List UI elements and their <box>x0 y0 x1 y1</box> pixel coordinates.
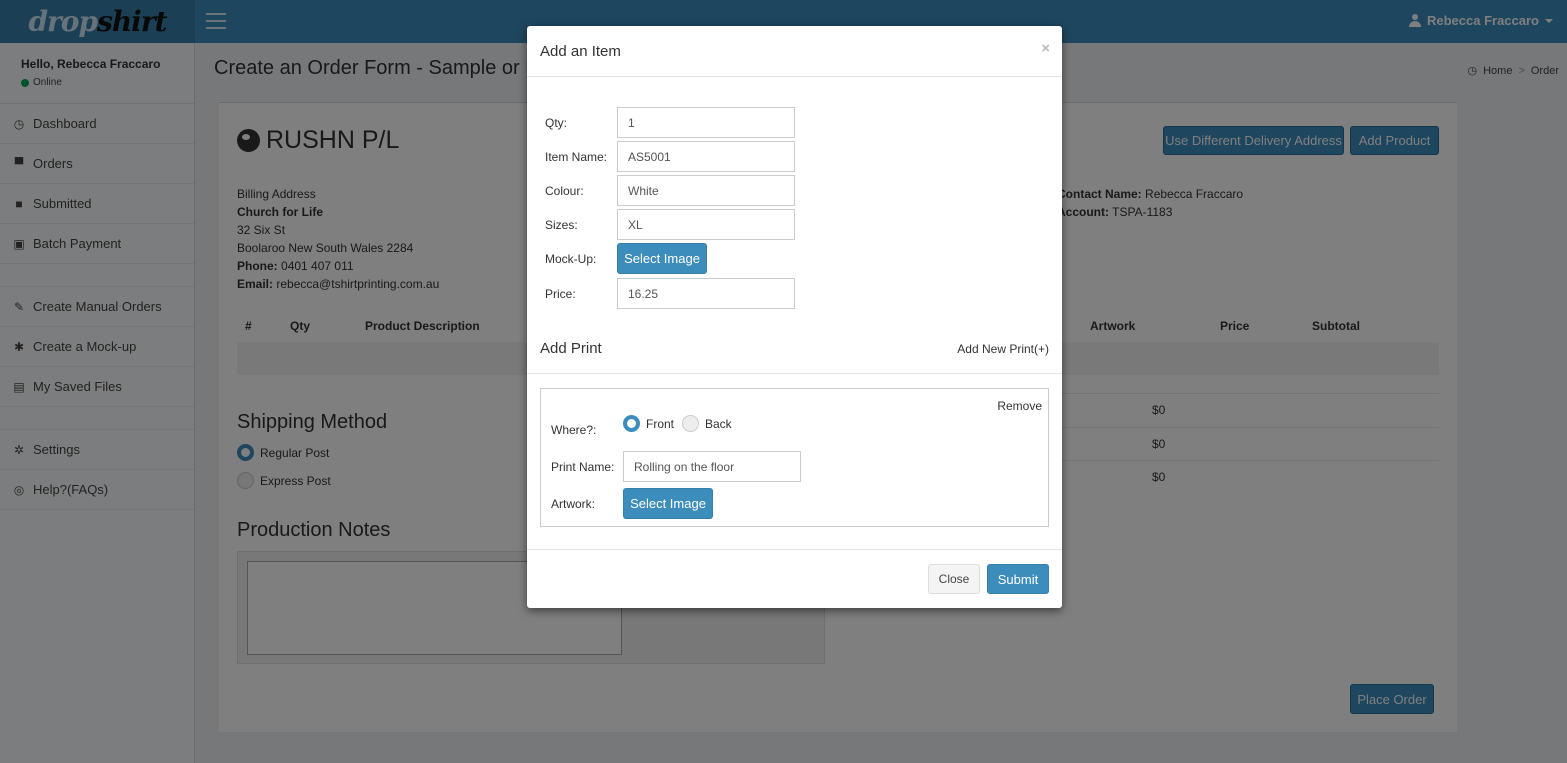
artwork-label: Artwork: <box>551 496 596 511</box>
qty-label: Qty: <box>545 115 568 130</box>
mockup-label: Mock-Up: <box>545 251 597 266</box>
qty-row: Qty: 1 <box>545 107 795 138</box>
print-name-row: Print Name: Rolling on the floor <box>551 451 801 482</box>
print-name-label: Print Name: <box>551 459 615 474</box>
print-panel: Remove Where?: Front Back Print Name: Ro… <box>540 388 1049 527</box>
divider <box>527 373 1062 374</box>
print-name-input[interactable]: Rolling on the floor <box>623 451 801 482</box>
add-print-title: Add Print <box>540 340 602 357</box>
sizes-row: Sizes: XL <box>545 209 795 240</box>
artwork-select-image-button[interactable]: Select Image <box>623 488 713 519</box>
close-button[interactable]: Close <box>928 564 980 594</box>
price-row: Price: 16.25 <box>545 278 795 309</box>
item-name-label: Item Name: <box>545 149 608 164</box>
close-icon[interactable]: × <box>1041 40 1050 57</box>
mockup-select-image-button[interactable]: Select Image <box>617 243 707 274</box>
colour-row: Colour: White <box>545 175 795 206</box>
modal-header: Add an Item × <box>527 26 1062 77</box>
qty-input[interactable]: 1 <box>617 107 795 138</box>
colour-input[interactable]: White <box>617 175 795 206</box>
price-label: Price: <box>545 286 576 301</box>
front-label: Front <box>646 416 675 431</box>
remove-print-link[interactable]: Remove <box>997 399 1042 413</box>
colour-label: Colour: <box>545 183 584 198</box>
where-label: Where?: <box>551 423 597 437</box>
divider <box>527 549 1062 550</box>
add-item-modal: Add an Item × Qty: 1 Item Name: AS5001 C… <box>527 26 1062 608</box>
artwork-row: Artwork: Select Image <box>551 488 713 519</box>
modal-title: Add an Item <box>540 43 621 60</box>
back-label: Back <box>705 416 732 431</box>
radio-checked-icon[interactable] <box>623 415 640 432</box>
sizes-label: Sizes: <box>545 217 578 232</box>
price-input[interactable]: 16.25 <box>617 278 795 309</box>
item-name-input[interactable]: AS5001 <box>617 141 795 172</box>
print-front-option[interactable]: Front <box>623 415 674 432</box>
mockup-row: Mock-Up: Select Image <box>545 243 707 274</box>
radio-unchecked-icon[interactable] <box>682 415 699 432</box>
print-back-option[interactable]: Back <box>682 415 732 432</box>
sizes-input[interactable]: XL <box>617 209 795 240</box>
add-new-print-link[interactable]: Add New Print(+) <box>957 342 1049 356</box>
item-name-row: Item Name: AS5001 <box>545 141 795 172</box>
submit-button[interactable]: Submit <box>987 564 1049 594</box>
